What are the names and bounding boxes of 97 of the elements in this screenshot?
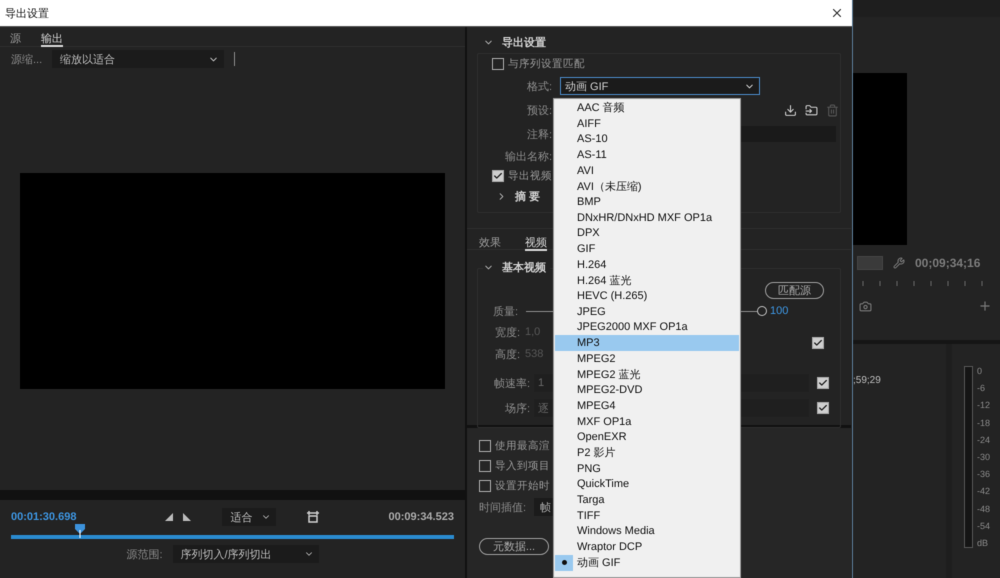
menu-item[interactable]: TIFF: [555, 508, 739, 524]
menu-item[interactable]: AVI（未压缩): [555, 178, 739, 194]
checkbox[interactable]: [817, 402, 829, 414]
tab[interactable]: 视频: [525, 235, 547, 251]
checkbox[interactable]: [479, 460, 491, 472]
checkbox[interactable]: [817, 377, 829, 389]
tab[interactable]: 源: [10, 31, 21, 47]
timecode: 00;09;34;16: [915, 256, 980, 270]
menu-item[interactable]: MPEG4: [555, 398, 739, 414]
menu-item[interactable]: JPEG2000 MXF OP1a: [555, 320, 739, 336]
checkbox-label: 导出视频: [508, 169, 552, 183]
menu-item[interactable]: OpenEXR: [555, 429, 739, 446]
tab[interactable]: 效果: [479, 235, 501, 251]
section-title: 基本视频: [502, 260, 546, 274]
meter-scale-label: -48: [977, 504, 990, 514]
meter-scale-label: -54: [977, 520, 990, 531]
menu-item[interactable]: AVI: [555, 162, 739, 178]
checkbox-label: 导入到项目: [495, 459, 550, 473]
crop-icon[interactable]: [306, 511, 320, 523]
checkbox[interactable]: [492, 58, 504, 70]
menu-item[interactable]: H.264 蓝光: [555, 272, 739, 288]
checkbox-label: 设置开始时: [495, 479, 550, 493]
metadata-button[interactable]: 元数据...: [479, 538, 549, 554]
mark-in-out-icon[interactable]: [165, 512, 194, 522]
meter-scale-label: 0: [977, 366, 984, 376]
checkbox-label: 与序列设置匹配: [508, 57, 585, 71]
menu-item[interactable]: AIFF: [555, 116, 739, 132]
quality-value: 100: [770, 305, 788, 317]
meter-scale-label: -24: [977, 434, 990, 445]
field-label: 时间插值:: [479, 500, 526, 514]
menu-item[interactable]: MPEG2-DVD: [555, 382, 739, 398]
close-icon[interactable]: [830, 6, 844, 20]
add-icon[interactable]: [978, 299, 992, 313]
meter-scale-label: -12: [977, 400, 990, 410]
wrench-icon[interactable]: [893, 257, 905, 269]
field-label: 宽度:: [494, 326, 520, 340]
menu-item[interactable]: AS-11: [555, 147, 739, 163]
field-label: 质量:: [492, 304, 518, 318]
meter-scale-label: -30: [977, 452, 990, 462]
menu-item[interactable]: H.264: [555, 256, 739, 273]
menu-item[interactable]: Wraptor DCP: [555, 539, 739, 555]
field-label: 帧速率:: [492, 376, 530, 390]
menu-item[interactable]: Targa: [555, 492, 739, 508]
menu-item[interactable]: 动画 GIF: [555, 554, 739, 571]
download-icon[interactable]: [784, 104, 797, 116]
menu-item[interactable]: QuickTime: [555, 476, 739, 492]
menu-item[interactable]: BMP: [555, 194, 739, 210]
menu-item[interactable]: GIF: [555, 241, 739, 257]
camera-icon[interactable]: [859, 300, 872, 312]
field-label: 格式:: [526, 80, 552, 94]
section-title: 摘 要: [515, 190, 540, 204]
scale-label: 源缩...: [11, 52, 42, 66]
range-dropdown[interactable]: 序列切入/序列切出: [172, 545, 319, 563]
checkbox[interactable]: [479, 480, 491, 492]
timeline-track[interactable]: [11, 535, 454, 539]
menu-item[interactable]: AS-10: [555, 131, 739, 148]
menu-item[interactable]: DNxHR/DNxHD MXF OP1a: [555, 210, 739, 226]
field-label: 输出名称:: [504, 150, 552, 164]
menu-item[interactable]: AAC 音频: [555, 100, 739, 116]
section-title: 导出设置: [502, 36, 546, 50]
range-label: 源范围:: [126, 548, 163, 562]
bullet-icon: [562, 560, 566, 566]
menu-item[interactable]: PNG: [555, 460, 739, 476]
checkbox-label: 使用最高渲: [495, 439, 550, 453]
meter-scale-label: -36: [977, 469, 990, 480]
tab[interactable]: 输出: [41, 31, 63, 47]
menu-item[interactable]: MP3: [555, 335, 739, 351]
menu-item[interactable]: MXF OP1a: [555, 414, 739, 430]
playhead[interactable]: [74, 524, 85, 538]
match-source-button[interactable]: 匹配源: [765, 282, 824, 298]
menu-item[interactable]: HEVC (H.265): [555, 288, 739, 304]
menu-item[interactable]: P2 影片: [555, 445, 739, 461]
checkbox[interactable]: [812, 337, 824, 349]
meter-scale-label: -42: [977, 486, 990, 496]
meter-scale-label: dB: [977, 538, 990, 548]
menu-item[interactable]: MPEG2: [555, 351, 739, 367]
checkbox[interactable]: [479, 440, 491, 452]
menu-item[interactable]: JPEG: [555, 304, 739, 320]
checkbox[interactable]: [492, 170, 504, 182]
field-label: 场序:: [504, 402, 530, 416]
menu-item[interactable]: MPEG2 蓝光: [555, 366, 739, 382]
field-label: 预设:: [526, 104, 552, 118]
folder-icon[interactable]: [805, 104, 818, 116]
menu-item[interactable]: DPX: [555, 226, 739, 242]
menu-item[interactable]: Windows Media: [555, 524, 739, 540]
scale-dropdown[interactable]: 缩放以适合: [52, 50, 224, 68]
window-title: 导出设置: [5, 6, 49, 20]
current-timecode: 00:01:30.698: [11, 511, 76, 523]
timecode: ;59;29: [853, 375, 881, 386]
format-dropdown[interactable]: 动画 GIF: [560, 77, 760, 95]
zoom-dropdown[interactable]: 适合: [222, 508, 276, 526]
field-label: 高度:: [494, 348, 520, 362]
meter-scale-label: -6: [977, 383, 986, 394]
meter-scale-label: -18: [977, 418, 990, 428]
slider-thumb[interactable]: [757, 306, 767, 316]
field-label: 注释:: [526, 128, 552, 142]
duration-timecode: 00:09:34.523: [388, 511, 454, 523]
